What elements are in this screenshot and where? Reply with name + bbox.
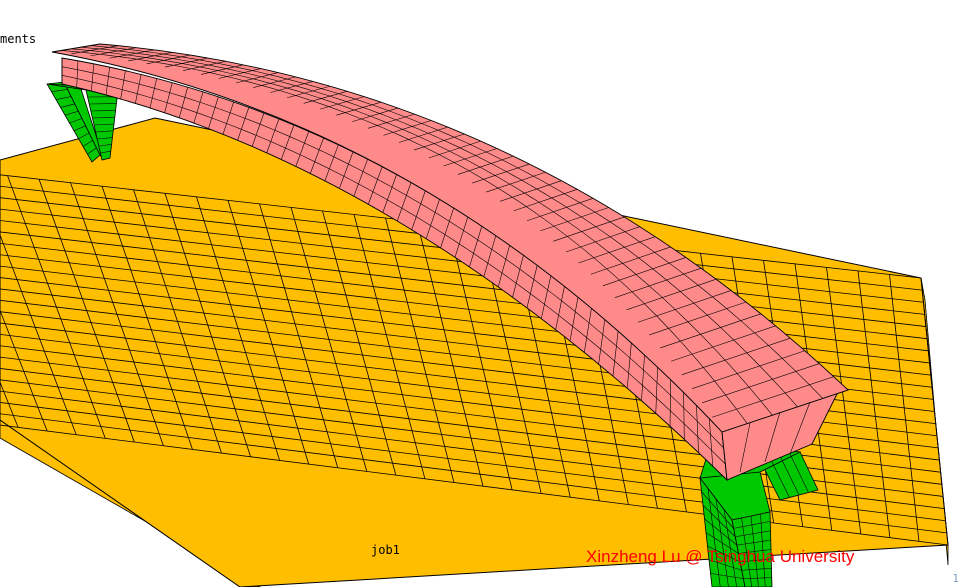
credit-label: Xinzheng Lu @ Tsinghua University — [586, 547, 855, 566]
model-render — [0, 43, 949, 587]
results-title-label: ments — [0, 32, 37, 46]
fe-model-viewport[interactable]: ments job1 Xinzheng Lu @ Tsinghua Univer… — [0, 0, 971, 587]
viewport-index-label: 1 — [952, 572, 959, 585]
job-name-label: job1 — [371, 543, 400, 557]
